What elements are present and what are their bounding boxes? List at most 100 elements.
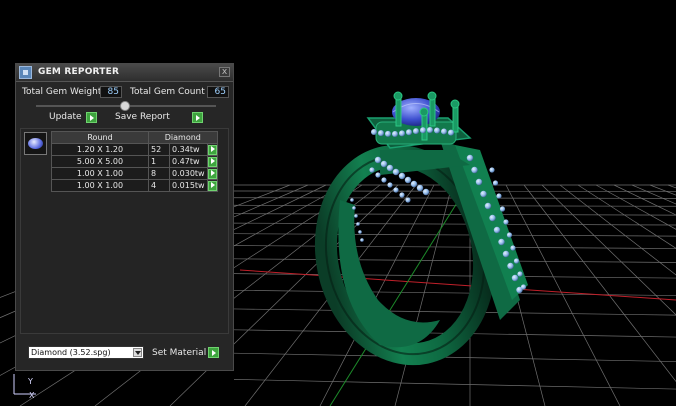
row-select-button[interactable] — [207, 156, 217, 167]
row-size: 1.00 X 1.00 — [51, 167, 149, 180]
grid-line — [233, 379, 676, 390]
pave-stone — [406, 129, 412, 136]
row-select-button[interactable] — [207, 180, 217, 191]
pave-stone — [434, 127, 440, 134]
pave-stone — [489, 214, 496, 222]
pave-stone — [399, 192, 405, 198]
total-gem-weight-label: Total Gem Weight — [22, 87, 102, 97]
row-size: 1.00 X 1.00 — [51, 179, 149, 192]
pave-stone — [356, 222, 360, 226]
pave-stone — [496, 193, 502, 199]
pave-stone — [393, 187, 399, 193]
table-row[interactable]: 1.20 X 1.20 52 0.34tw — [51, 143, 218, 156]
pave-stone — [413, 128, 419, 135]
row-weight: 0.030tw — [169, 167, 208, 180]
table-row[interactable]: 1.00 X 1.00 8 0.030tw — [51, 167, 218, 180]
pave-stone — [506, 232, 513, 238]
pave-stone — [392, 168, 400, 176]
pave-stone — [489, 167, 495, 173]
pave-stone — [369, 167, 375, 173]
pave-stone — [354, 214, 358, 218]
row-size: 5.00 X 5.00 — [51, 155, 149, 168]
panel-title: GEM REPORTER — [38, 67, 120, 77]
ring-model[interactable] — [308, 91, 528, 369]
pave-stone — [498, 238, 505, 246]
grid-line — [233, 233, 676, 237]
pave-stone — [410, 180, 418, 188]
pave-stone — [374, 156, 382, 164]
close-button[interactable]: x — [219, 67, 230, 77]
header-shape: Round — [51, 131, 149, 144]
pave-stone — [480, 190, 487, 198]
title-bar[interactable]: GEM REPORTER x — [16, 64, 233, 82]
grid-line — [233, 213, 676, 216]
material-select[interactable]: Diamond (3.52.spg) — [28, 346, 144, 359]
pave-stone — [511, 274, 519, 282]
grid-line — [233, 258, 676, 263]
pave-stone — [420, 127, 426, 134]
pave-stone — [404, 176, 412, 184]
pave-stone — [385, 130, 391, 137]
row-count: 4 — [148, 179, 170, 192]
pave-stone — [507, 262, 514, 270]
pave-stone — [375, 172, 381, 178]
gem-table: Round Diamond 1.20 X 1.20 52 0.34tw 5.00… — [51, 131, 218, 192]
row-weight: 0.34tw — [169, 143, 208, 156]
gem-reporter-panel: GEM REPORTER x Total Gem Weight 85 Total… — [15, 63, 234, 371]
chevron-down-icon[interactable] — [133, 348, 142, 357]
set-material-label: Set Material — [152, 348, 207, 358]
pave-stone — [502, 250, 510, 258]
pave-stone — [358, 230, 362, 234]
pave-stone — [466, 154, 474, 162]
gem-reporter-icon — [19, 66, 32, 79]
table-row[interactable]: 1.00 X 1.00 4 0.015tw — [51, 179, 218, 192]
row-weight: 0.47tw — [169, 155, 208, 168]
pave-stone — [371, 129, 377, 135]
round-gem-thumbnail-icon[interactable] — [24, 132, 47, 155]
row-weight: 0.015tw — [169, 179, 208, 192]
grid-line — [233, 308, 676, 316]
update-button[interactable] — [86, 112, 97, 123]
update-label: Update — [49, 112, 82, 122]
pave-stone — [492, 180, 499, 186]
save-report-button[interactable] — [192, 112, 203, 123]
row-size: 1.20 X 1.20 — [51, 143, 149, 156]
pave-stone — [387, 182, 393, 188]
pave-stone — [493, 226, 501, 234]
pave-stone — [350, 198, 354, 202]
x-axis-line — [239, 269, 676, 301]
pave-stone — [441, 128, 447, 135]
pave-stone — [386, 164, 394, 172]
pave-stone — [422, 188, 430, 196]
pave-stone — [471, 166, 478, 174]
axis-gizmo-icon: Y X — [13, 374, 36, 400]
row-count: 8 — [148, 167, 170, 180]
pave-stone — [475, 178, 483, 186]
pave-stone — [378, 130, 384, 137]
grid-line — [394, 184, 453, 406]
table-row[interactable]: 5.00 X 5.00 1 0.47tw — [51, 155, 218, 168]
pave-stone — [392, 130, 398, 137]
row-select-button[interactable] — [207, 168, 217, 179]
header-material: Diamond — [148, 131, 218, 144]
pave-stone — [380, 160, 388, 168]
pave-stone — [416, 184, 424, 192]
slider-handle[interactable] — [120, 101, 130, 111]
pave-stone — [517, 271, 523, 277]
pave-stone — [427, 127, 433, 134]
save-report-label: Save Report — [115, 112, 170, 122]
set-material-button[interactable] — [208, 347, 219, 358]
pave-stone — [499, 206, 506, 212]
row-select-button[interactable] — [207, 144, 217, 155]
row-count: 1 — [148, 155, 170, 168]
pave-stone — [448, 129, 454, 136]
pave-stone — [510, 245, 516, 251]
table-header-row: Round Diamond — [51, 131, 218, 144]
axis-y-label: Y — [27, 377, 33, 386]
pave-stone — [352, 206, 356, 210]
total-gem-count-label: Total Gem Count — [130, 87, 205, 97]
grid-line — [233, 352, 676, 362]
pave-stone — [398, 172, 406, 180]
total-gem-count-value: 65 — [207, 86, 229, 98]
row-count: 52 — [148, 143, 170, 156]
